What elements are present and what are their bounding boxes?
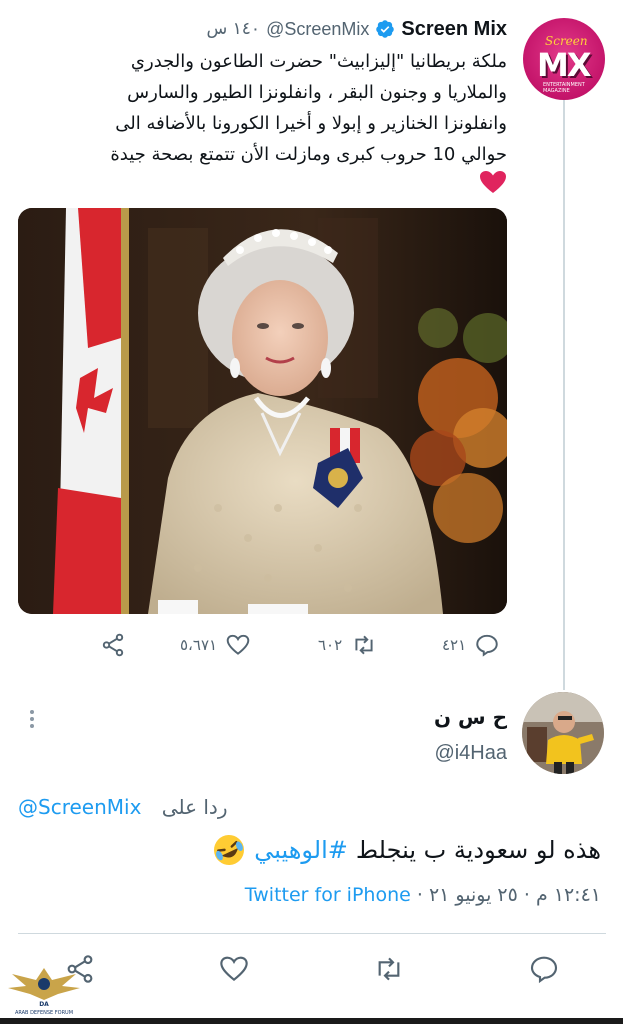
reply-user-avatar[interactable] xyxy=(522,692,604,774)
reply-button[interactable] xyxy=(528,953,560,985)
red-heart-emoji-icon xyxy=(480,171,506,193)
more-options-icon[interactable] xyxy=(30,710,34,731)
reply-button[interactable]: ٤٢١ xyxy=(442,632,500,658)
retweet-icon xyxy=(355,635,373,655)
avatar-tagline: ENTERTAINMENT MAGAZINE xyxy=(543,82,585,94)
heart-icon xyxy=(226,634,250,655)
like-count: ٥،٦٧١ xyxy=(180,636,218,654)
like-button[interactable] xyxy=(218,953,250,985)
reply-timestamp[interactable]: ١٢:٤١ م · ٢٥ يونيو ٢١ · xyxy=(417,884,601,906)
tweet-time[interactable]: ١٤٠ س xyxy=(207,19,261,39)
watermark-text: ARAB DEFENSE FORUM xyxy=(15,1010,73,1016)
retweet-icon xyxy=(378,957,400,981)
retweet-button[interactable] xyxy=(372,953,404,985)
verified-badge-icon xyxy=(376,20,395,38)
screenmix-avatar[interactable]: Screen MX ENTERTAINMENT MAGAZINE xyxy=(523,18,605,100)
watermark-sub: DA xyxy=(39,1001,49,1008)
retweet-count: ٦٠٢ xyxy=(318,636,343,654)
retweet-button[interactable]: ٦٠٢ xyxy=(318,632,378,658)
reply-display-name[interactable]: ح س ن xyxy=(434,705,507,729)
tweet-text-line: ملكة بريطانيا "إليزابيث" حضرت الطاعون وا… xyxy=(130,51,507,72)
tweet-header: ١٤٠ س @ScreenMix Screen Mix xyxy=(207,15,507,43)
hashtag-link[interactable]: #الوهيبي xyxy=(254,836,348,864)
tweet-text: ملكة بريطانيا "إليزابيث" حضرت الطاعون وا… xyxy=(7,46,507,170)
arab-defense-forum-watermark: DA ARAB DEFENSE FORUM xyxy=(4,962,84,1022)
replying-to-prefix: ردا على xyxy=(161,795,228,819)
queen-portrait-image xyxy=(18,208,507,614)
avatar-logo-text: MX xyxy=(537,46,591,84)
tweet-text-line: حوالي 10 حروب كبرى ومازلت الأن تتمتع بصح… xyxy=(110,144,507,165)
heart-icon xyxy=(220,956,248,982)
eagle-logo-icon: DA ARAB DEFENSE FORUM xyxy=(8,968,80,1016)
tweet-text-line: وانفلونزا الخنازير و إبولا و أخيرا الكور… xyxy=(115,113,507,134)
share-icon xyxy=(102,633,124,657)
reply-body: هذه لو سعودية ب ينجلط xyxy=(355,836,601,864)
reply-icon xyxy=(476,634,498,657)
rofl-emoji-icon xyxy=(214,835,245,865)
tweet-handle[interactable]: @ScreenMix xyxy=(266,19,369,40)
tweet-display-name[interactable]: Screen Mix xyxy=(401,18,507,41)
like-button[interactable]: ٥،٦٧١ xyxy=(180,632,251,658)
reply-handle[interactable]: @i4Haa xyxy=(434,742,507,765)
tweet-source[interactable]: Twitter for iPhone xyxy=(245,884,411,906)
tweet-actions: ٥،٦٧١ ٦٠٢ ٤٢١ xyxy=(100,628,510,664)
bottom-bar xyxy=(0,1018,623,1024)
reply-actions xyxy=(0,945,623,995)
thread-line xyxy=(563,100,565,690)
tweet-meta: ١٢:٤١ م · ٢٥ يونيو ٢١ · Twitter for iPho… xyxy=(245,884,601,906)
reply-icon xyxy=(530,956,558,984)
divider xyxy=(18,933,606,934)
reply-text: هذه لو سعودية ب ينجلط #الوهيبي xyxy=(212,833,601,867)
tweet-photo[interactable] xyxy=(18,208,507,614)
share-button[interactable] xyxy=(100,632,126,658)
replying-to-handle[interactable]: @ScreenMix xyxy=(18,795,141,819)
replying-to: @ScreenMix ردا على xyxy=(18,795,227,819)
avatar-photo xyxy=(522,692,604,774)
tweet-text-line: والملاريا و وجنون البقر ، وانفلونزا الطي… xyxy=(127,82,507,103)
reply-count: ٤٢١ xyxy=(442,636,467,654)
